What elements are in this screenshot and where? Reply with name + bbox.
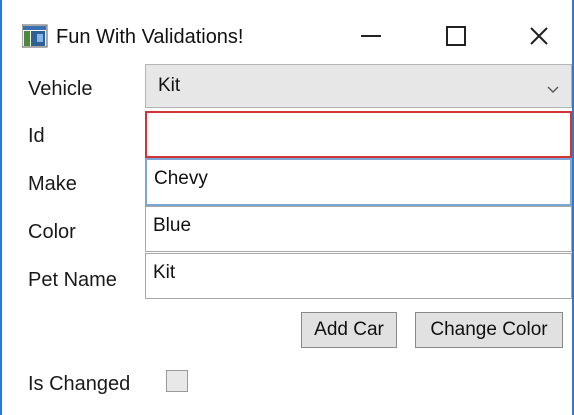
make-field[interactable]: Chevy <box>145 158 572 206</box>
make-field-value: Chevy <box>154 168 208 189</box>
pet-name-field-value: Kit <box>153 262 176 283</box>
window-title: Fun With Validations! <box>56 26 244 48</box>
color-label: Color <box>28 221 76 243</box>
vehicle-label: Vehicle <box>28 78 93 100</box>
maximize-icon <box>445 25 467 47</box>
chevron-down-icon <box>547 81 559 99</box>
maximize-button[interactable] <box>427 14 485 58</box>
id-label: Id <box>28 125 45 147</box>
app-window: Fun With Validations! Vehicle Kit Id Mak… <box>0 0 574 415</box>
minimize-icon <box>360 25 382 47</box>
minimize-button[interactable] <box>342 14 400 58</box>
change-color-button[interactable]: Change Color <box>415 312 563 348</box>
is-changed-checkbox[interactable] <box>166 370 188 392</box>
is-changed-label: Is Changed <box>28 373 131 395</box>
vehicle-select[interactable]: Kit <box>145 64 572 108</box>
vehicle-select-value: Kit <box>158 75 181 96</box>
make-label: Make <box>28 173 77 195</box>
close-button[interactable] <box>510 14 568 58</box>
close-icon <box>528 25 550 47</box>
pet-name-field[interactable]: Kit <box>145 253 572 299</box>
app-icon <box>21 24 48 50</box>
color-field[interactable]: Blue <box>145 206 572 252</box>
pet-name-label: Pet Name <box>28 269 117 291</box>
title-bar[interactable]: Fun With Validations! <box>2 0 572 62</box>
id-field[interactable] <box>145 111 572 158</box>
add-car-button[interactable]: Add Car <box>301 312 397 348</box>
color-field-value: Blue <box>153 215 192 236</box>
